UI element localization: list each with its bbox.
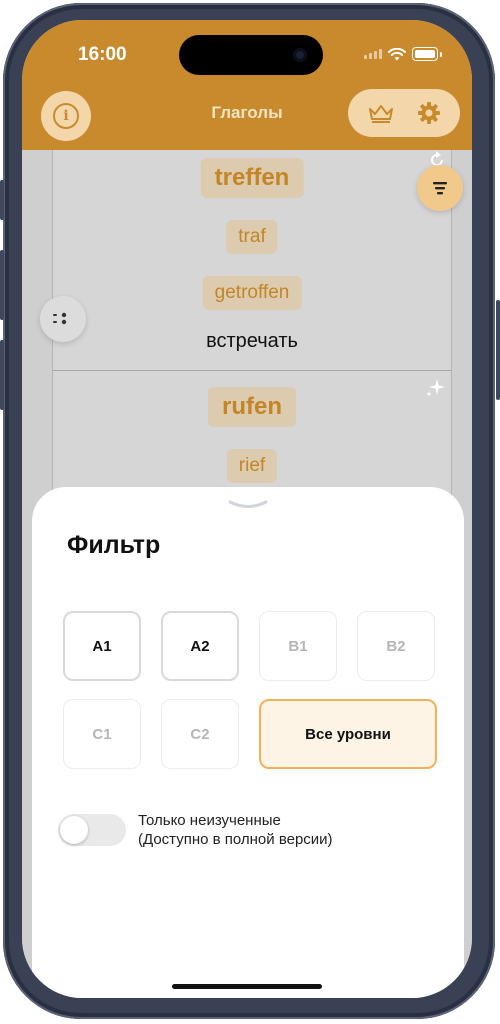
- gear-icon[interactable]: [417, 101, 441, 125]
- toggle-label: Только неизученные (Доступно в полной ве…: [138, 811, 333, 849]
- crown-icon[interactable]: [368, 103, 394, 123]
- side-button: [496, 300, 500, 400]
- battery-icon: [412, 47, 438, 61]
- toggle-view-button[interactable]: [40, 296, 86, 342]
- verb-past: traf: [226, 220, 278, 254]
- dynamic-island: [179, 35, 323, 75]
- camera-icon: [293, 48, 307, 62]
- sheet-grabber-chevron-icon[interactable]: [228, 499, 268, 511]
- unlearned-only-toggle[interactable]: [58, 814, 126, 846]
- all-levels-button[interactable]: Все уровни: [259, 699, 437, 769]
- level-button-a2[interactable]: A2: [161, 611, 239, 681]
- filter-sheet: Фильтр A1 A2 B1 B2 C1 C2 Все уровни Толь…: [32, 487, 464, 998]
- level-button-c2[interactable]: C2: [161, 699, 239, 769]
- dots-icon: [53, 312, 67, 325]
- volume-down-button: [0, 340, 4, 410]
- verb-infinitive: treffen: [200, 158, 304, 198]
- header-actions: [348, 89, 460, 137]
- status-icons: [364, 47, 442, 61]
- sparkles-icon: [426, 379, 445, 397]
- wifi-icon: [388, 47, 406, 60]
- home-indicator[interactable]: [172, 984, 322, 989]
- level-button-b1[interactable]: B1: [259, 611, 337, 681]
- toggle-label-line2: (Доступно в полной версии): [138, 831, 333, 848]
- level-button-a1[interactable]: A1: [63, 611, 141, 681]
- action-button: [0, 180, 4, 220]
- verb-participle: getroffen: [202, 276, 302, 310]
- cellular-signal-icon: [364, 49, 382, 59]
- verb-past: rief: [226, 449, 278, 483]
- sheet-title: Фильтр: [67, 531, 161, 559]
- toggle-knob: [60, 816, 88, 844]
- level-button-c1[interactable]: C1: [63, 699, 141, 769]
- battery-nub: [440, 51, 442, 57]
- volume-up-button: [0, 250, 4, 320]
- verb-card[interactable]: treffen traf getroffen встречать A1: [52, 150, 452, 371]
- verb-infinitive: rufen: [208, 387, 296, 427]
- toggle-label-line1: Только неизученные: [138, 812, 281, 829]
- app-header: 16:00 i Глаголы: [22, 20, 472, 150]
- level-button-b2[interactable]: B2: [357, 611, 435, 681]
- screen: 16:00 i Глаголы treffen traf getroffen в…: [22, 20, 472, 998]
- status-time: 16:00: [78, 44, 127, 65]
- filter-icon: [433, 182, 447, 195]
- filter-button[interactable]: [417, 165, 463, 211]
- verb-translation: встречать: [206, 330, 298, 352]
